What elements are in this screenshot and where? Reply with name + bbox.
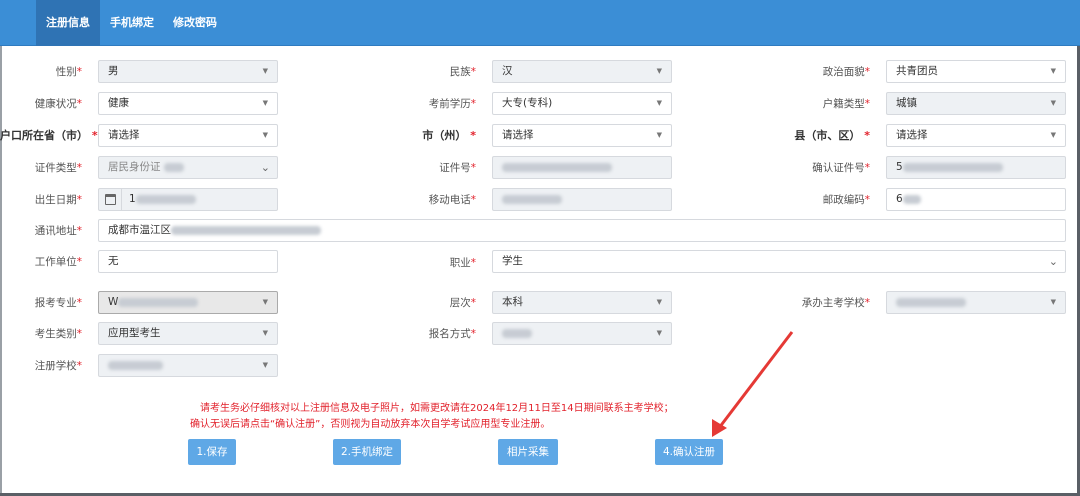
annotation-arrow — [712, 331, 794, 437]
